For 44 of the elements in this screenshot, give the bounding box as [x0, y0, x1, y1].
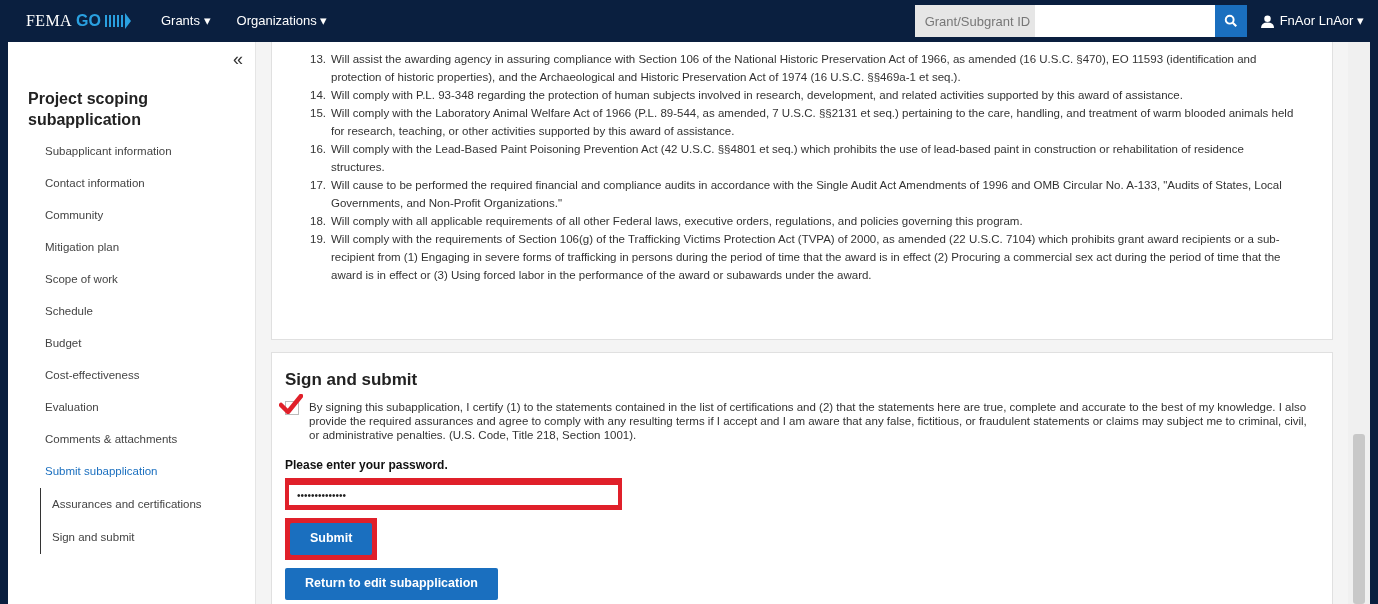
user-icon [1260, 14, 1274, 28]
list-number: 18. [310, 214, 327, 229]
assurance-text: Will comply with the requirements of Section 106(g) of the Trafficking Victims Protection Act (TVPA) of 2000, as amended (22 U.S.C. 7104) which prohibits grant award recipients or a sub-recipient from (1) Engaging in severe forms of trafficking in persons during the period of time that the award is in effect (2) Procuring a commercial sex act during the period of time that the award is in effect or (3) Using forced labor in the performance of the award or subawards under the award. [331, 232, 1282, 283]
checkmark-icon [279, 393, 303, 414]
list-number: 13. [310, 52, 327, 67]
assurance-text: Will comply with P.L. 93-348 regarding the protection of human subjects involved in research, development, and related activities supported by this award of assistance. [331, 88, 1183, 103]
assurance-text: Will comply with the Lead-Based Paint Poisoning Prevention Act (42 U.S.C. §§4801 et seq.) which prohibits the use of lead-based paint in construction or rehabilitation of residence structures. [331, 142, 1245, 175]
sidebar-item[interactable]: Evaluation [45, 392, 243, 424]
search-field[interactable]: Grant/Subgrant ID [914, 5, 1215, 37]
form-button[interactable]: Return to edit subapplication [285, 567, 498, 600]
nav-menu[interactable]: Organizations ▾ [236, 11, 328, 31]
assurance-text: Will assist the awarding agency in assuring compliance with Section 106 of the National Historic Preservation Act of 1966, as amended (16 U.S.C. §470), EO 11593 (identification and protection of historic properties), and the Archaeological and Historic Preservation Act of 1974 (16 U.S.C. §§469a-1 et seq.). [331, 52, 1258, 85]
list-number: 14. [310, 88, 327, 103]
list-number: 17. [310, 178, 327, 193]
password-field[interactable]: •••••••••••••• [289, 485, 618, 505]
nav-menu[interactable]: Grants ▾ [160, 11, 211, 31]
user-menu[interactable]: FnAor LnAor ▾ [1260, 11, 1364, 31]
collapse-button[interactable]: « [233, 50, 243, 68]
form-button[interactable]: Submit [290, 522, 373, 555]
assurance-text: Will comply with all applicable requirements of all other Federal laws, executive orders, regulations, and policies governing this program. [331, 214, 1023, 229]
certification-text: By signing this subapplication, I certify (1) to the statements contained in the list of certifications and (2) that the statements here are true, complete and accurate to the best of my knowledge. I also provide the required assurances and agree to comply with any resulting terms if I accept and I am aware that any false, fictitious, or fraudulent statements or claims may subject me to criminal, civil, or administrative penalties. (U.S. Code, Title 218, Section 1001). [309, 399, 1308, 442]
sidebar-item[interactable]: Scope of work [45, 264, 243, 296]
sidebar-item[interactable]: Mitigation plan [45, 232, 243, 264]
sidebar-item[interactable]: Schedule [45, 296, 243, 328]
logo[interactable]: FEMA GO [26, 9, 135, 33]
sidebar-item[interactable]: Submit subapplication [45, 456, 243, 488]
sidebar-item[interactable]: Cost-effectiveness [45, 360, 243, 392]
sidebar-subitem[interactable]: Assurances and certifications [52, 488, 243, 521]
assurance-text: Will comply with the Laboratory Animal Welfare Act of 1966 (P.L. 89-544, as amended, 7 U.S.C. §§2131 et seq.) pertaining to the care, handling, and treatment of warm blooded animals held for research, teaching, or other activities supported by this award of assistance. [331, 106, 1295, 139]
sidebar-subitem[interactable]: Sign and submit [52, 521, 243, 554]
section-title: Sign and submit [285, 369, 419, 391]
assurance-text: Will cause to be performed the required financial and compliance audits in accordance with the Single Audit Act Amendments of 1996 and OMB Circular No. A-133, "Audits of States, Local Governments, and Non-Profit Organizations." [331, 178, 1283, 211]
sidebar-title: Project scoping subapplication [28, 89, 150, 130]
list-number: 16. [310, 142, 327, 157]
sidebar-item[interactable]: Comments & attachments [45, 424, 243, 456]
list-number: 15. [310, 106, 327, 121]
list-number: 19. [310, 232, 327, 247]
sidebar-item[interactable]: Community [45, 200, 243, 232]
sidebar-item[interactable]: Subapplicant information [45, 136, 243, 168]
search-button[interactable] [1214, 5, 1247, 37]
search-icon [1223, 14, 1238, 28]
sidebar-item[interactable]: Contact information [45, 168, 243, 200]
password-label: Please enter your password. [285, 456, 449, 474]
sidebar-item[interactable]: Budget [45, 328, 243, 360]
